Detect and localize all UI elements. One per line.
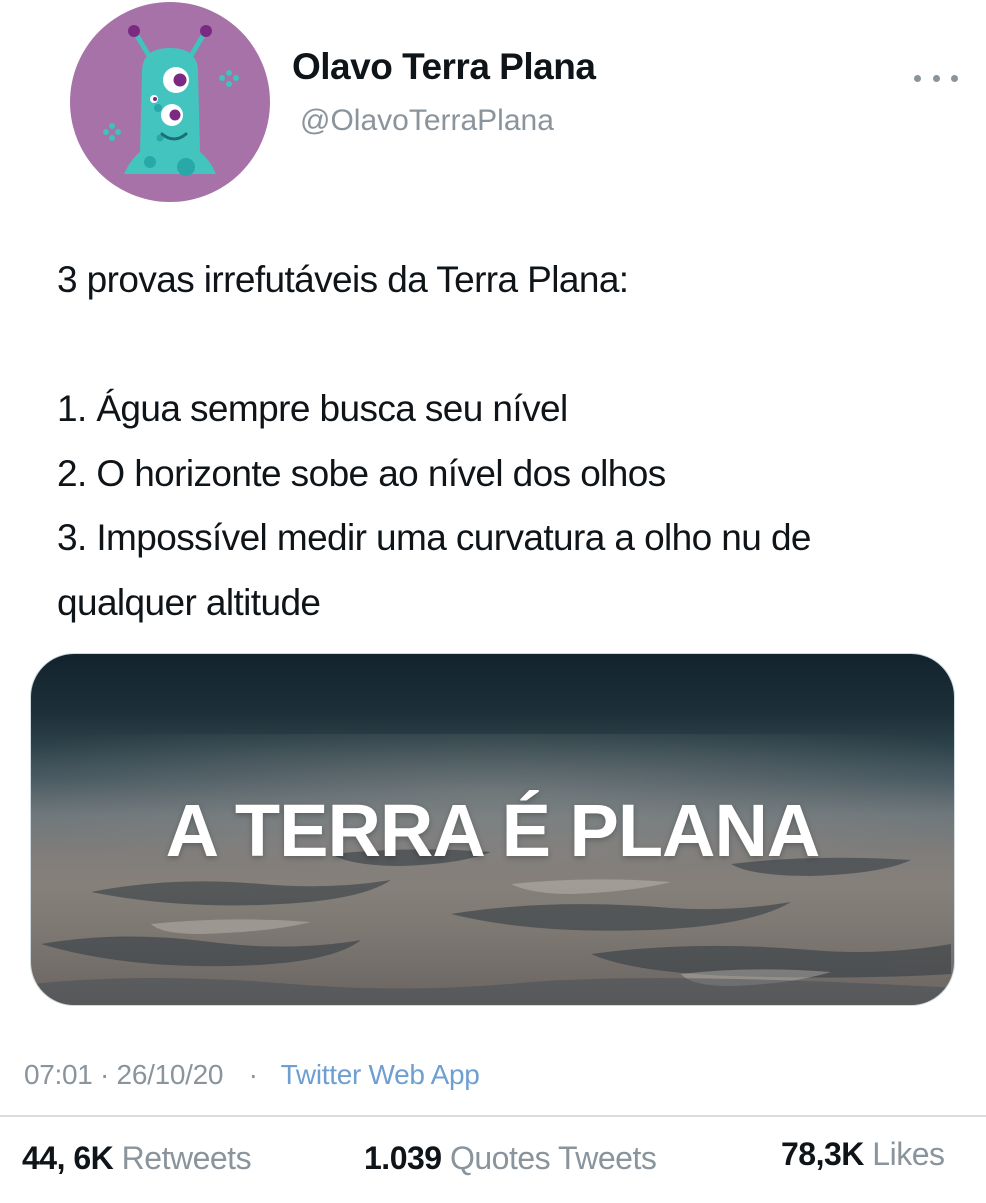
tweet-timestamp[interactable]: 07:01 · 26/10/20 [24, 1059, 223, 1090]
more-horizontal-icon [914, 74, 921, 82]
quote-tweets-count: 1.039 [364, 1140, 442, 1176]
tweet-text-line: qualquer altitude [57, 581, 321, 623]
likes-stat[interactable]: 78,3K Likes [781, 1136, 945, 1173]
tweet-text-blank-line [57, 313, 957, 378]
likes-count: 78,3K [781, 1136, 864, 1172]
avatar[interactable] [70, 2, 270, 202]
divider [0, 1115, 986, 1117]
retweets-stat[interactable]: 44, 6K Retweets [22, 1140, 252, 1177]
tweet-text: 3 provas irrefutáveis da Terra Plana: 1.… [57, 248, 957, 635]
more-horizontal-icon [951, 74, 958, 82]
quote-tweets-label: Quotes Tweets [449, 1140, 657, 1176]
tweet-source-link[interactable]: Twitter Web App [281, 1059, 480, 1090]
tweet-text-line: 3. Impossível medir uma curvatura a olho… [57, 517, 812, 558]
more-horizontal-icon [932, 74, 940, 82]
tweet-metadata: 07:01 · 26/10/20 · Twitter Web App [24, 1059, 480, 1091]
tweet-text-line: 3 provas irrefutáveis da Terra Plana: [57, 259, 629, 300]
display-name[interactable]: Olavo Terra Plana [292, 46, 596, 88]
tweet-stats: 44, 6K Retweets 1.039 Quotes Tweets 78,3… [0, 1136, 986, 1190]
user-handle[interactable]: @OlavoTerraPlana [300, 104, 554, 138]
quote-tweets-stat[interactable]: 1.039 Quotes Tweets [364, 1140, 657, 1177]
retweets-label: Retweets [121, 1140, 252, 1176]
more-options-button[interactable] [914, 66, 958, 90]
tweet-text-line: 1. Água sempre busca seu nível [57, 388, 568, 429]
alien-monster-icon [103, 25, 239, 176]
meta-separator: · [248, 1059, 258, 1090]
likes-label: Likes [872, 1136, 945, 1172]
retweets-count: 44, 6K [22, 1140, 114, 1176]
tweet-text-line: 2. O horizonte sobe ao nível dos olhos [57, 452, 666, 494]
tweet-media-image[interactable]: A TERRA É PLANA [30, 653, 955, 1006]
media-caption-text: A TERRA É PLANA [165, 789, 821, 872]
